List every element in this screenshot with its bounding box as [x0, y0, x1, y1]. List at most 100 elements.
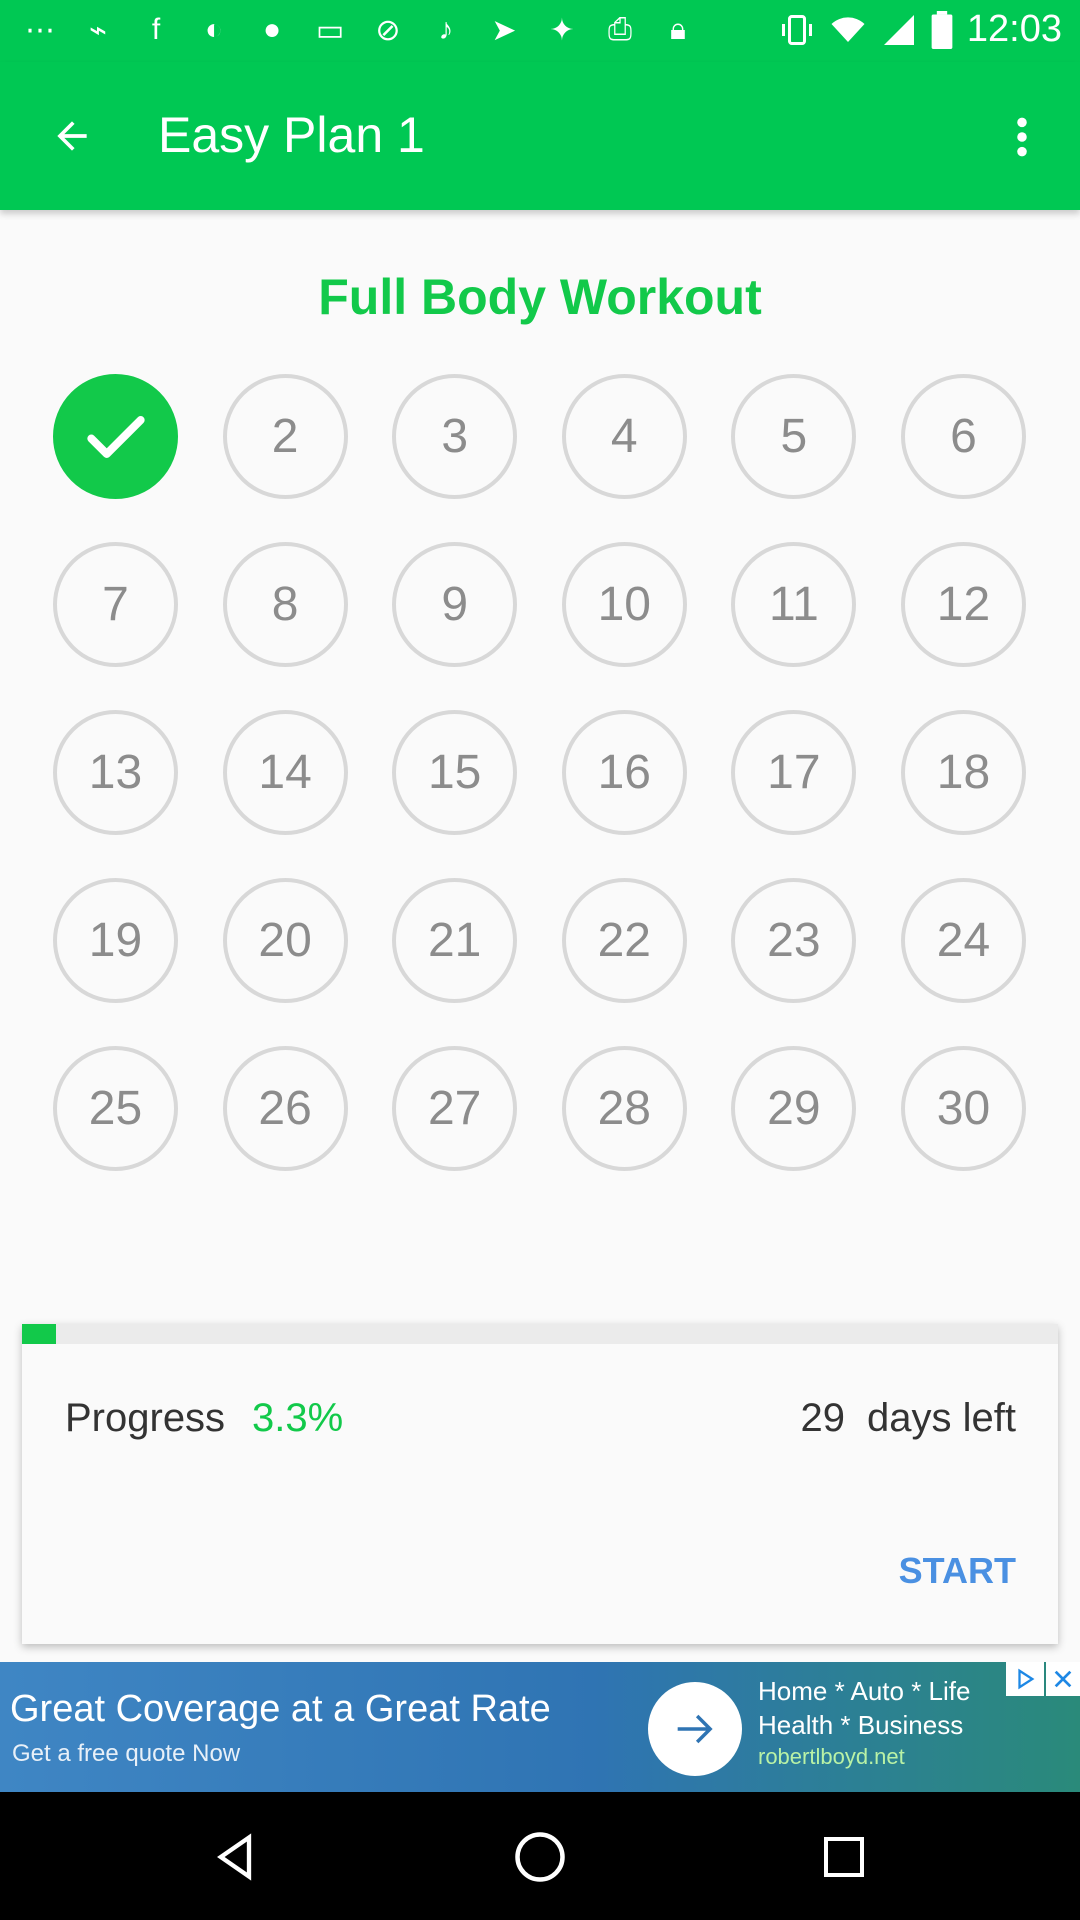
day-11-button[interactable]: 11 — [731, 542, 857, 667]
day-22-button[interactable]: 22 — [561, 878, 687, 1003]
day-12-button[interactable]: 12 — [900, 542, 1026, 667]
day-24-button[interactable]: 24 — [900, 878, 1026, 1003]
day-30-button[interactable]: 30 — [900, 1046, 1026, 1171]
satellite-icon: ✦ — [549, 13, 575, 47]
day-20-button[interactable]: 20 — [222, 878, 348, 1003]
day-number: 21 — [427, 914, 482, 967]
ad-close-button[interactable] — [1046, 1662, 1080, 1696]
day-2-button[interactable]: 2 — [222, 374, 348, 499]
day-number: 16 — [597, 746, 651, 799]
vibrate-icon — [781, 14, 812, 45]
day-16-button[interactable]: 16 — [561, 710, 687, 835]
day-25-button[interactable]: 25 — [53, 1046, 178, 1171]
lock-icon: 🔒︎ — [670, 13, 686, 46]
day-3-button[interactable]: 3 — [392, 374, 518, 499]
day-number: 15 — [427, 746, 482, 799]
progress-track — [22, 1324, 1058, 1344]
day-number: 18 — [936, 746, 991, 799]
day-27-button[interactable]: 27 — [392, 1046, 518, 1171]
app-bar: Easy Plan 1 — [0, 62, 1080, 210]
day-number: 26 — [258, 1082, 312, 1135]
day-number: 24 — [936, 914, 991, 967]
progress-fill — [22, 1324, 57, 1344]
day-23-button[interactable]: 23 — [731, 878, 857, 1003]
day-number: 19 — [88, 914, 143, 967]
days-left-count: 29 — [800, 1396, 846, 1440]
system-status: 12:03 — [779, 8, 1062, 51]
nav-recents-button[interactable] — [809, 1822, 879, 1892]
status-bar: ⋯ ⌁ f ◐ ● ▭ ⊘ ♪ ➤ ✦ ⎙ 🔒︎ 12:03 — [0, 0, 1080, 62]
wifi-icon — [831, 16, 865, 42]
day-8-button[interactable]: 8 — [222, 542, 348, 667]
day-13-button[interactable]: 13 — [53, 710, 178, 835]
ad-url: robertlboyd.net — [758, 1744, 905, 1769]
nav-back-button[interactable] — [201, 1822, 271, 1892]
day-number: 11 — [768, 578, 819, 631]
day-1-button[interactable] — [53, 374, 178, 499]
moon-icon: ◐ — [204, 13, 224, 46]
day-4-button[interactable]: 4 — [561, 374, 687, 499]
day-number: 5 — [780, 410, 808, 463]
day-number: 27 — [427, 1082, 482, 1135]
day-28-button[interactable]: 28 — [561, 1046, 687, 1171]
day-29-button[interactable]: 29 — [731, 1046, 857, 1171]
day-number: 29 — [767, 1082, 821, 1135]
day-9-button[interactable]: 9 — [392, 542, 518, 667]
status-time: 12:03 — [966, 8, 1062, 50]
back-button[interactable] — [40, 106, 104, 166]
send-icon: ➤ — [491, 13, 517, 47]
day-7-button[interactable]: 7 — [53, 542, 178, 667]
close-icon — [1054, 1670, 1072, 1688]
day-14-button[interactable]: 14 — [222, 710, 348, 835]
ad-subline: Get a free quote Now — [12, 1740, 241, 1767]
ad-choices-button[interactable] — [1006, 1662, 1044, 1696]
day-number: 13 — [88, 746, 143, 799]
day-5-button[interactable]: 5 — [731, 374, 857, 499]
day-6-button[interactable]: 6 — [900, 374, 1026, 499]
day-number: 17 — [767, 746, 821, 799]
page-title: Easy Plan 1 — [158, 107, 425, 163]
system-nav-bar — [0, 1792, 1080, 1920]
notification-icons: ⋯ ⌁ f ◐ ● ▭ ⊘ ♪ ➤ ✦ ⎙ 🔒︎ — [18, 10, 700, 50]
workout-title: Full Body Workout — [318, 269, 762, 325]
overflow-menu-button[interactable] — [990, 102, 1054, 172]
day-17-button[interactable]: 17 — [731, 710, 857, 835]
nav-home-button[interactable] — [505, 1822, 575, 1892]
day-21-button[interactable]: 21 — [392, 878, 518, 1003]
ad-line-1: Home * Auto * Life — [758, 1676, 971, 1706]
arrow-forward-icon — [677, 1714, 713, 1744]
day-number: 22 — [597, 914, 651, 967]
start-button[interactable]: START — [899, 1550, 1016, 1592]
check-icon — [86, 415, 145, 458]
ad-banner[interactable]: Great Coverage at a Great Rate Get a fre… — [0, 1662, 1080, 1792]
day-number: 6 — [950, 410, 977, 463]
day-number: 28 — [597, 1082, 651, 1135]
day-18-button[interactable]: 18 — [900, 710, 1026, 835]
day-number: 25 — [88, 1082, 143, 1135]
day-grid: 2 3 4 5 6 7 8 9 10 11 12 13 14 15 16 17 18 19 20 21 22 23 24 25… — [53, 374, 1026, 1171]
facebook-icon: f — [151, 13, 161, 46]
day-number: 10 — [597, 578, 651, 631]
day-10-button[interactable]: 10 — [561, 542, 687, 667]
arrow-back-icon — [57, 121, 87, 151]
day-number: 20 — [258, 914, 312, 967]
day-number: 7 — [102, 578, 129, 631]
day-number: 12 — [936, 578, 991, 631]
day-number: 2 — [271, 410, 299, 463]
progress-card: Progress 3.3% 29 days left START — [22, 1324, 1058, 1644]
ad-line-2: Health * Business — [758, 1710, 964, 1740]
triangle-back-icon — [217, 1833, 252, 1881]
days-left-label: days left — [867, 1396, 1016, 1440]
progress-label: Progress — [65, 1396, 226, 1440]
day-26-button[interactable]: 26 — [222, 1046, 348, 1171]
ad-arrow-button[interactable] — [648, 1682, 742, 1776]
more-vert-icon — [1017, 117, 1027, 157]
cell-signal-icon — [883, 14, 914, 45]
day-number: 9 — [441, 578, 469, 631]
more-dots-icon: ⋯ — [25, 13, 55, 47]
day-19-button[interactable]: 19 — [53, 878, 178, 1003]
day-number: 30 — [936, 1082, 991, 1135]
square-recents-icon — [824, 1837, 864, 1877]
days-left: 29 days left — [801, 1396, 1016, 1441]
day-15-button[interactable]: 15 — [392, 710, 518, 835]
